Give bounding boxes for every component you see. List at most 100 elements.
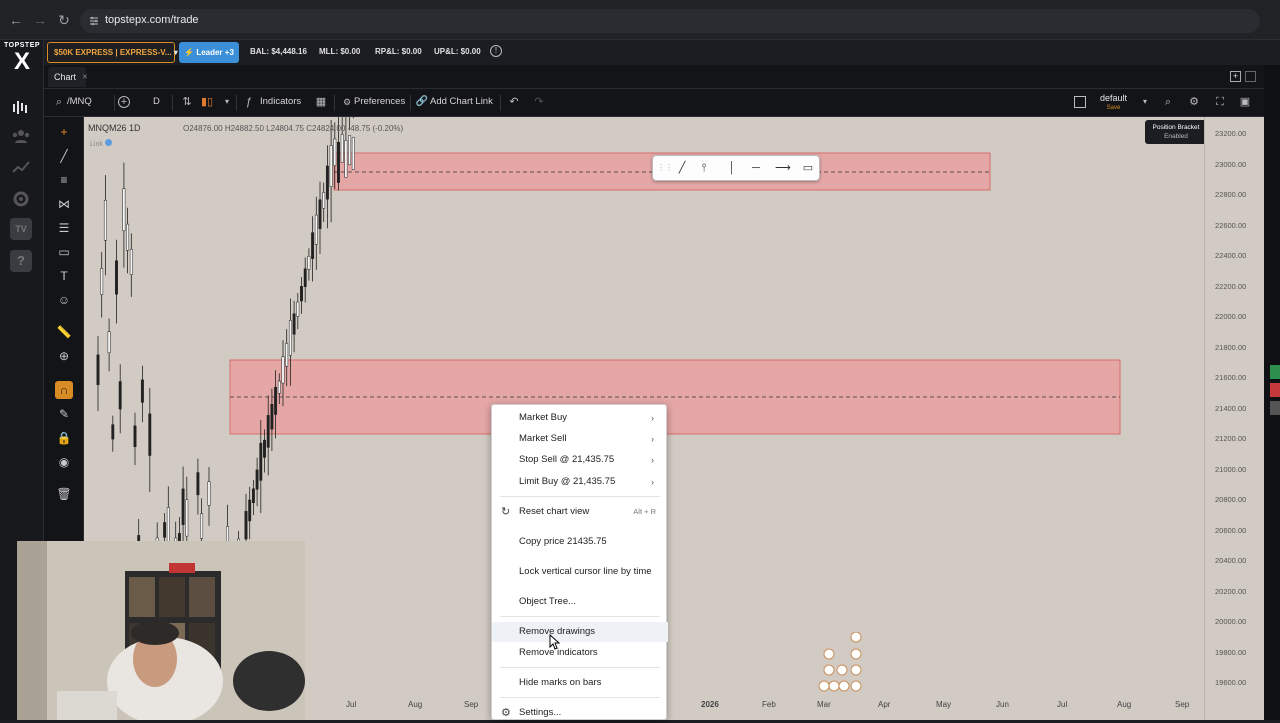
compare-icon[interactable]: ⇅ [180,95,194,109]
rectangle-icon[interactable]: ▭ [801,161,815,175]
candle-body [251,488,255,504]
price-axis[interactable]: 23200.00 23000.00 22800.00 22600.00 22400.00… [1204,117,1264,720]
menu-item-label: Stop Sell @ 21,435.75 [519,454,615,465]
ray-icon[interactable]: ⟶ [775,161,791,175]
add-chart-link-button[interactable]: Add Chart Link [430,96,493,107]
emoji-icon[interactable]: ☺ [55,291,73,309]
upl-stat: UP&L: $0.00 [434,47,481,56]
menu-item-limit-buy[interactable]: Limit Buy @ 21,435.75 › [492,472,668,492]
add-panel-icon[interactable]: + [1230,71,1241,82]
webcam-image [17,541,305,720]
info-icon[interactable]: ! [490,45,502,57]
event-marks[interactable] [814,632,874,692]
forward-icon[interactable]: → [32,12,48,28]
context-menu: Market Buy › Market Sell › Stop Sell @ 21,… [491,404,668,723]
menu-item-hide-marks[interactable]: Hide marks on bars [492,673,668,693]
magnet-icon[interactable]: ∩ [55,381,73,399]
layout-icon[interactable] [1074,96,1086,108]
menu-item-stop-sell[interactable]: Stop Sell @ 21,435.75 › [492,450,668,470]
tab-chart[interactable]: Chart ✕ [48,67,88,87]
gear-icon[interactable]: ⚙ [1187,95,1201,109]
trend-line-icon[interactable]: ╱ [55,147,73,165]
menu-item-market-buy[interactable]: Market Buy › [492,408,668,428]
eye-icon[interactable]: ◉ [55,453,73,471]
time-label: Sep [1175,700,1190,709]
menu-item-object-tree[interactable]: Object Tree... [492,592,668,612]
text-icon[interactable]: T [55,267,73,285]
candle-body [115,260,118,295]
address-bar[interactable]: topstepx.com/trade [80,9,1260,33]
price-label: 21000.00 [1215,464,1247,474]
preferences-button[interactable]: Preferences [354,96,405,107]
time-label: Jul [1057,700,1068,709]
undo-icon[interactable]: ↶ [507,95,521,109]
gear-icon[interactable]: ⚙ [340,95,354,109]
line-tool-icon[interactable]: ╱ [675,161,689,175]
help-icon[interactable]: ? [10,250,32,272]
account-select[interactable]: $50K EXPRESS | EXPRESS-V... ▾ [47,42,178,63]
gear-icon[interactable] [10,188,32,210]
pattern-icon[interactable]: ⋈ [55,195,73,213]
layout-grid-icon[interactable]: ▦ [314,95,328,109]
chevron-down-icon[interactable]: ▾ [220,95,234,109]
chevron-down-icon: ▾ [173,48,178,57]
time-label: Aug [408,700,423,709]
menu-item-settings[interactable]: ⚙ Settings... [492,703,668,723]
candle-body [166,507,170,542]
drag-handle-icon[interactable]: ⋮⋮ [657,161,673,175]
menu-item-label: Market Buy [519,412,568,423]
layout-selector[interactable]: default Save [1100,93,1127,113]
chevron-right-icon: › [651,434,654,444]
fullscreen-icon[interactable]: ⛶ [1213,95,1227,109]
zoom-icon[interactable]: ⊕ [55,347,73,365]
back-icon[interactable]: ← [8,12,24,28]
chevron-down-icon[interactable]: ▾ [1138,95,1152,109]
redo-icon[interactable]: ↷ [532,95,546,109]
menu-item-remove-indicators[interactable]: Remove indicators [492,643,668,663]
prediction-icon[interactable]: ☰ [55,219,73,237]
candle-body [122,188,126,232]
time-label: 2026 [701,700,719,709]
site-settings-icon[interactable] [88,15,100,27]
menu-item-market-sell[interactable]: Market Sell › [492,429,668,449]
quick-search-icon[interactable]: ⌕ [1161,95,1175,109]
fib-icon[interactable]: ≡ [55,171,73,189]
search-icon[interactable]: ⌕ [52,95,66,109]
crosshair-icon[interactable]: + [55,123,73,141]
reload-icon[interactable]: ↻ [56,12,72,28]
menu-item-lock-vertical-cursor[interactable]: Lock vertical cursor line by time [492,562,668,582]
trade-icon[interactable] [10,96,32,118]
menu-item-copy-price[interactable]: Copy price 21435.75 [492,532,668,552]
keep-drawing-icon[interactable]: ✎ [55,405,73,423]
indicators-icon[interactable]: ƒ [242,95,256,109]
indicators-button[interactable]: Indicators [260,96,301,107]
chevron-right-icon: › [651,455,654,465]
fork-tool-icon[interactable]: ⫯ [697,161,711,175]
leader-button[interactable]: ⚡ Leader +3 [179,42,239,63]
candles-icon[interactable]: ▮▯ [200,95,214,109]
candle-body [337,141,340,183]
trash-icon[interactable]: 🗑 [55,485,73,503]
lock-icon[interactable]: 🔒 [55,429,73,447]
tradingview-icon[interactable]: TV [10,218,32,240]
add-symbol-icon[interactable]: + [118,96,130,108]
position-bracket-badge[interactable]: Position Bracket Enabled [1145,120,1207,144]
horizontal-line-icon[interactable]: ─ [749,161,763,175]
close-icon[interactable]: ✕ [82,73,88,81]
link-icon[interactable]: 🔗 [415,95,429,109]
link-indicator[interactable]: Link [90,139,112,148]
maximize-icon[interactable] [1245,71,1256,82]
interval-select[interactable]: D [153,96,160,107]
vertical-line-icon[interactable]: │ [725,161,739,175]
candle-body [129,248,133,275]
shapes-icon[interactable]: ▭ [55,243,73,261]
position-bracket-status: Enabled [1164,133,1188,140]
drawing-float-toolbar: ⋮⋮ ╱ ⫯ │ ─ ⟶ ▭ [652,155,820,181]
menu-item-remove-drawings[interactable]: Remove drawings [492,622,668,642]
symbol-search[interactable]: /MNQ [67,96,92,107]
chart-line-icon[interactable] [10,156,32,178]
ruler-icon[interactable]: 📏 [55,323,73,341]
camera-icon[interactable]: ▣ [1238,95,1252,109]
menu-item-reset-chart-view[interactable]: ↻ Reset chart view Alt + R [492,502,668,522]
users-icon[interactable] [10,126,32,148]
